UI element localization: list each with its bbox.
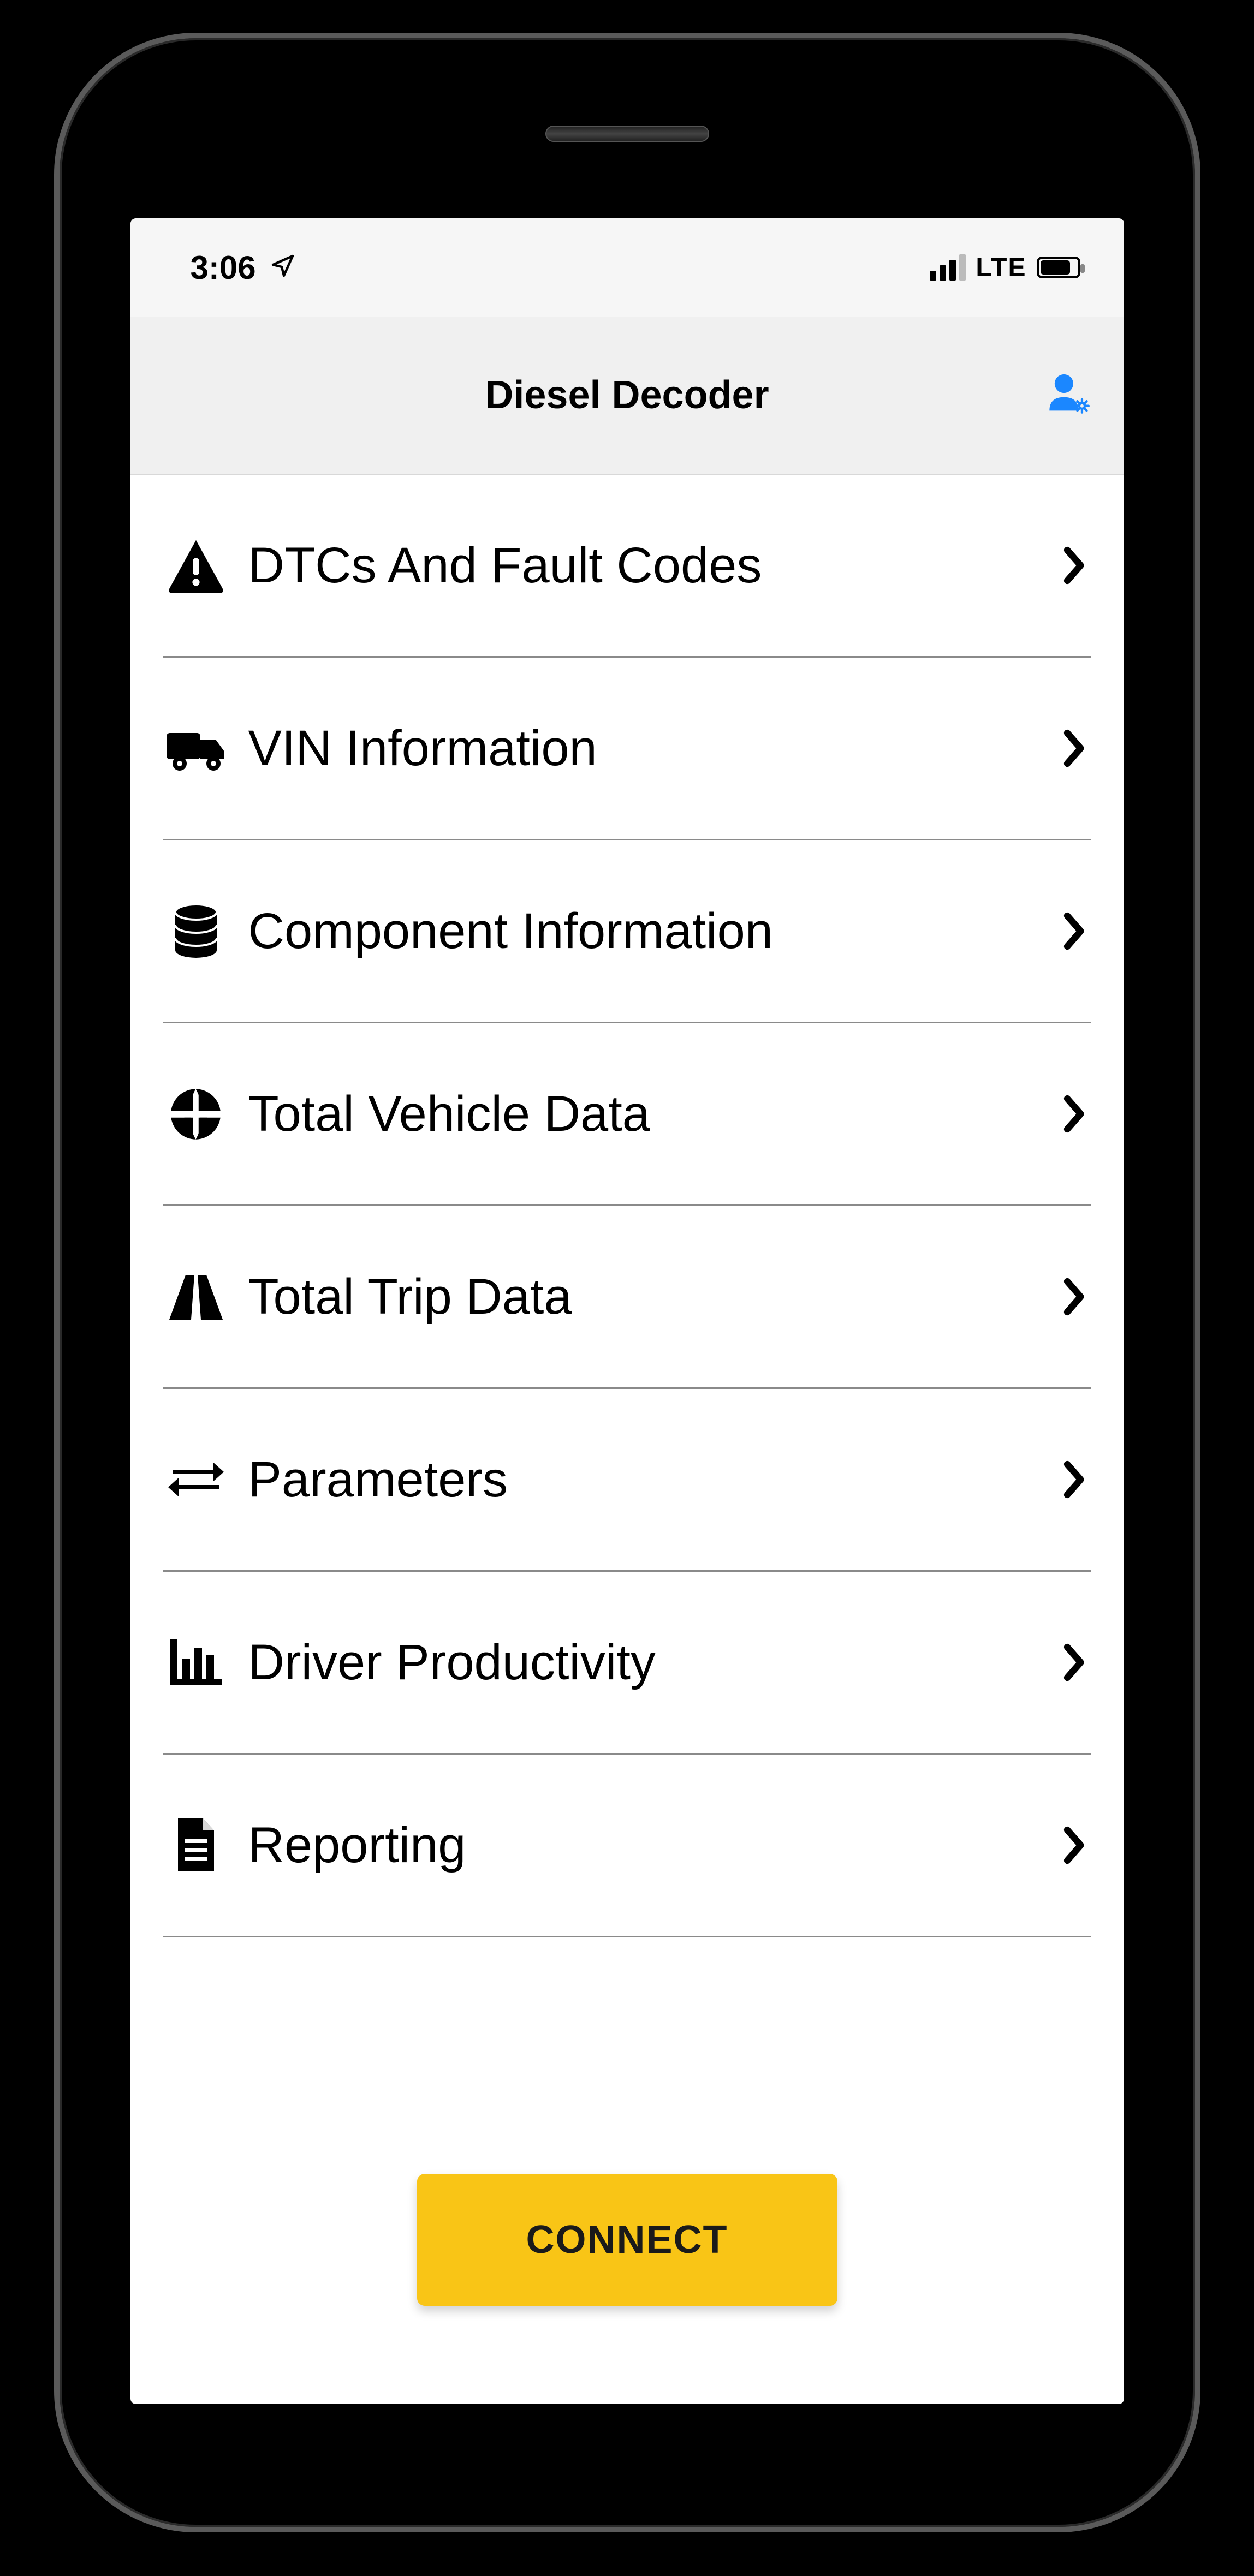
status-bar: 3:06 LTE <box>130 218 1124 317</box>
signal-icon <box>930 254 966 281</box>
app-screen: 3:06 LTE <box>130 218 1124 2404</box>
menu-label: VIN Information <box>248 720 1039 777</box>
database-icon <box>163 901 229 961</box>
network-label: LTE <box>976 253 1026 283</box>
main-menu: DTCs And Fault Codes <box>130 475 1124 2149</box>
status-time: 3:06 <box>191 249 256 287</box>
chevron-right-icon <box>1059 1646 1091 1679</box>
app-header: Diesel Decoder <box>130 317 1124 475</box>
connect-button[interactable]: CONNECT <box>417 2174 837 2306</box>
truck-icon <box>163 721 229 776</box>
document-icon <box>163 1815 229 1875</box>
menu-item-driver-productivity[interactable]: Driver Productivity <box>163 1572 1091 1755</box>
menu-item-vin[interactable]: VIN Information <box>163 658 1091 840</box>
phone-frame: 3:06 LTE <box>54 33 1200 2532</box>
menu-label: Parameters <box>248 1451 1039 1508</box>
app-title: Diesel Decoder <box>485 373 769 418</box>
chevron-right-icon <box>1059 1829 1091 1862</box>
road-icon <box>163 1269 229 1324</box>
chevron-right-icon <box>1059 1463 1091 1496</box>
menu-item-parameters[interactable]: Parameters <box>163 1389 1091 1572</box>
globe-icon <box>163 1086 229 1143</box>
menu-item-reporting[interactable]: Reporting <box>163 1755 1091 1937</box>
phone-inner: 3:06 LTE <box>76 55 1179 2511</box>
chevron-right-icon <box>1059 732 1091 765</box>
status-left: 3:06 <box>191 249 296 287</box>
menu-label: Reporting <box>248 1817 1039 1874</box>
menu-label: Total Trip Data <box>248 1268 1039 1326</box>
menu-item-component[interactable]: Component Information <box>163 840 1091 1023</box>
chevron-right-icon <box>1059 915 1091 947</box>
menu-item-trip-data[interactable]: Total Trip Data <box>163 1206 1091 1389</box>
chevron-right-icon <box>1059 1098 1091 1130</box>
status-right: LTE <box>930 253 1080 283</box>
warning-triangle-icon <box>163 535 229 595</box>
menu-item-dtcs[interactable]: DTCs And Fault Codes <box>163 475 1091 658</box>
menu-label: DTCs And Fault Codes <box>248 537 1039 594</box>
menu-label: Component Information <box>248 903 1039 960</box>
menu-label: Driver Productivity <box>248 1634 1039 1691</box>
phone-speaker <box>545 126 709 142</box>
battery-icon <box>1037 257 1080 278</box>
menu-item-vehicle-data[interactable]: Total Vehicle Data <box>163 1023 1091 1206</box>
user-gear-icon <box>1042 368 1094 422</box>
location-icon <box>270 249 296 287</box>
menu-label: Total Vehicle Data <box>248 1086 1039 1143</box>
arrows-exchange-icon <box>163 1452 229 1507</box>
user-settings-button[interactable] <box>1042 369 1094 421</box>
connect-row: CONNECT <box>130 2149 1124 2404</box>
bar-chart-icon <box>163 1635 229 1690</box>
chevron-right-icon <box>1059 549 1091 582</box>
chevron-right-icon <box>1059 1280 1091 1313</box>
